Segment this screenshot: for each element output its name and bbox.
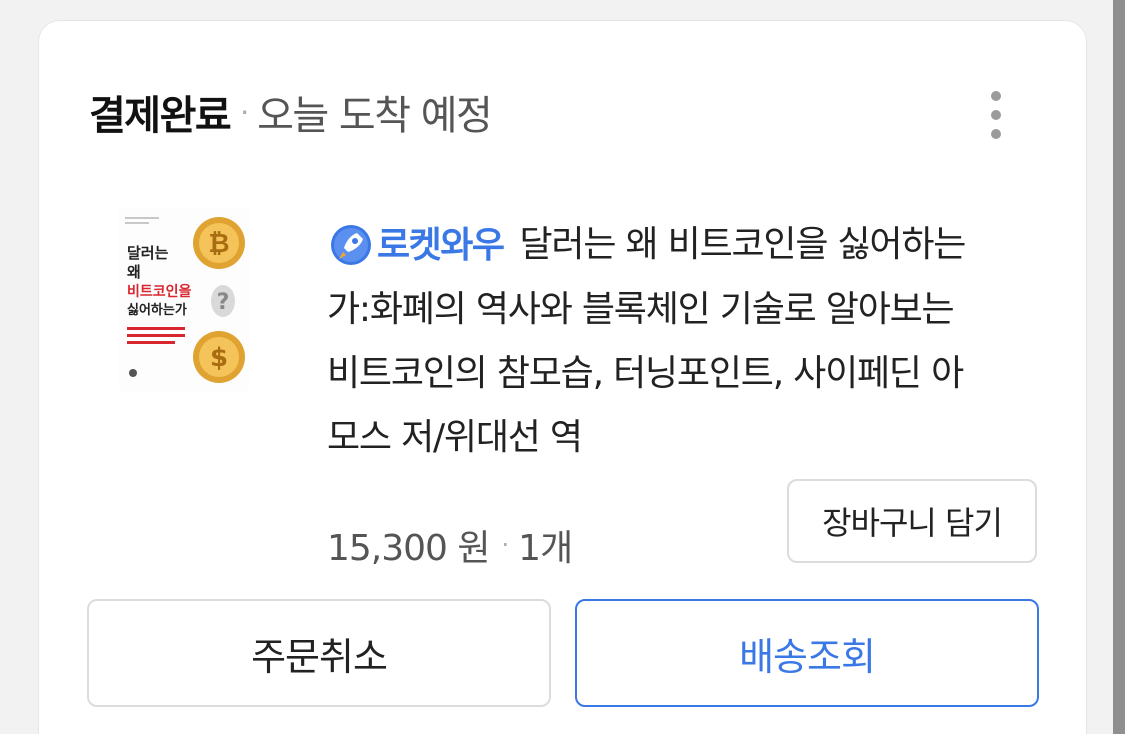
rocket-wow-label: 로켓와우	[377, 225, 505, 266]
product-title-text: 달러는 왜 비트코인을 싫어하는	[519, 224, 966, 265]
svg-text:₿: ₿	[208, 229, 229, 259]
scrollbar[interactable]	[1113, 0, 1125, 734]
svg-text:$: $	[210, 343, 228, 373]
page: 결제완료 · 오늘 도착 예정 달러는 왜 비트코인을 싫어하는가 ₿ ? $ …	[0, 0, 1125, 734]
add-to-cart-button[interactable]: 장바구니 담기	[787, 479, 1037, 563]
cover-title-4: 싫어하는가	[127, 302, 187, 318]
cover-title-2: 왜	[127, 263, 141, 281]
more-dot	[991, 129, 1001, 139]
product-info[interactable]: 로켓와우 달러는 왜 비트코인을 싫어하는 가:화폐의 역사와 블록체인 기술로…	[327, 213, 1027, 470]
book-cover-image: 달러는 왜 비트코인을 싫어하는가 ₿ ? $	[119, 207, 249, 391]
header-separator: ·	[240, 95, 250, 129]
arrival-estimate: 오늘 도착 예정	[257, 93, 493, 139]
more-dot	[991, 110, 1001, 120]
product-title-line-3: 비트코인의 참모습, 터닝포인트, 사이페딘 아	[327, 353, 964, 394]
order-status: 결제완료	[89, 93, 232, 139]
product-price: 15,300 원	[327, 528, 491, 569]
product-quantity: 1개	[518, 528, 573, 569]
more-options-icon[interactable]	[977, 87, 1015, 143]
cover-title-3: 비트코인을	[127, 283, 192, 300]
product-title-line-4: 모스 저/위대선 역	[327, 417, 583, 458]
rocket-wow-badge: 로켓와우	[327, 214, 505, 278]
cover-title-1: 달러는	[127, 244, 169, 262]
product-title-line-1: 로켓와우 달러는 왜 비트코인을 싫어하는	[327, 213, 1027, 278]
rocket-icon	[331, 225, 371, 265]
order-card: 결제완료 · 오늘 도착 예정 달러는 왜 비트코인을 싫어하는가 ₿ ? $ …	[38, 20, 1087, 734]
price-separator: ·	[501, 531, 510, 559]
order-header: 결제완료 · 오늘 도착 예정	[89, 83, 493, 141]
cancel-order-button[interactable]: 주문취소	[87, 599, 551, 707]
product-thumbnail[interactable]: 달러는 왜 비트코인을 싫어하는가 ₿ ? $	[119, 207, 249, 391]
track-delivery-button[interactable]: 배송조회	[575, 599, 1039, 707]
product-title-line-2: 가:화폐의 역사와 블록체인 기술로 알아보는	[327, 289, 955, 330]
svg-text:?: ?	[217, 290, 230, 315]
price-row: 15,300 원 · 1개	[327, 519, 573, 571]
more-dot	[991, 91, 1001, 101]
